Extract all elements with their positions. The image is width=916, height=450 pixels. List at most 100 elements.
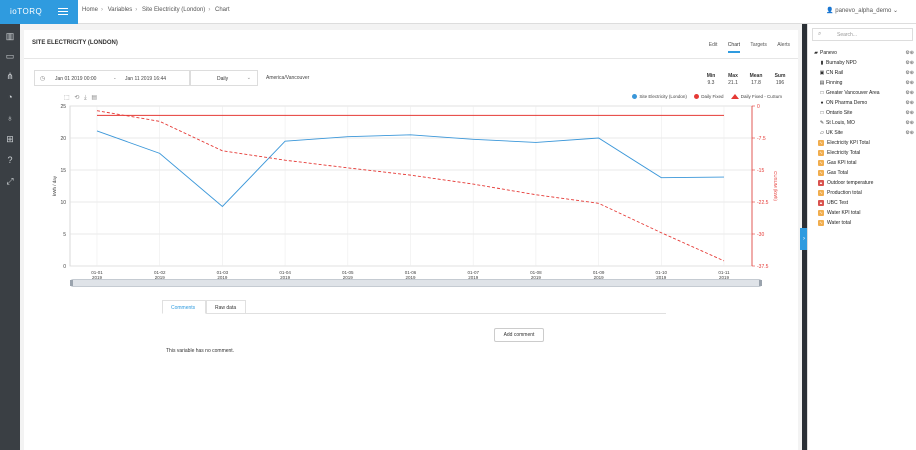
y-tick-label-right: -37.5 [757,264,769,270]
tree-item[interactable]: ▱ UK Site ⚙⊕ [812,128,916,138]
gauge-icon[interactable]: ◔ [4,91,16,103]
tree-actions-icon[interactable]: ⚙⊕ [905,78,914,88]
tab-chart[interactable]: Chart [727,42,741,53]
tab-alerts[interactable]: Alerts [777,42,790,51]
y-tick-label-left: 20 [60,136,66,142]
tree-actions-icon[interactable]: ⚙⊕ [905,68,914,78]
alert-variable-icon: ▲ [818,199,824,206]
dashboard-icon[interactable]: ▥ [4,30,16,42]
tree-item[interactable]: □ Greater Vancouver Area ⚙⊕ [812,88,916,98]
y-tick-label-right: -7.5 [757,136,766,142]
legend-dot-icon [632,94,638,100]
tree-item[interactable]: ● ON Pharma Demo ⚙⊕ [812,98,916,108]
tree-item[interactable]: ∿ Gas KPI total [812,158,916,168]
legend-item[interactable]: Daily Fixed - CuSum [730,94,782,100]
tree-item[interactable]: ∿ Electricity KPI Total [812,138,916,148]
variable-icon: ∿ [818,149,824,156]
date-separator: - [114,76,116,82]
chevron-right-icon: › [135,7,138,13]
tree-item[interactable]: ▲ UBC Test [812,198,916,208]
comments-tabs: Comments Raw data [162,300,666,314]
hierarchy-icon[interactable]: ⋔ [4,70,16,82]
tree-actions-icon[interactable]: ⚙⊕ [905,58,914,68]
search-input[interactable]: ⌕ Search... [812,28,913,41]
chevron-down-icon: ⌄ [892,8,898,14]
tree-item[interactable]: ∿ Water total [812,218,916,228]
user-name: panevo_alpha_demo [835,8,892,14]
date-range-picker[interactable]: ◷ Jan 01 2019 00:00 - Jan 11 2019 16:44 [34,70,190,86]
tree-item[interactable]: ▮ Burnaby NPD ⚙⊕ [812,58,916,68]
y-tick-label-left: 25 [60,104,66,110]
tree-item[interactable]: ∿ Water KPI total [812,208,916,218]
y-axis-label-right: CUSUM (kWh) [773,171,778,201]
brand-block: ioTORQ [0,0,78,24]
variable-icon: ∿ [818,189,824,196]
stat-label: Sum [774,73,786,79]
chevron-right-icon: › [101,7,104,13]
line-chart[interactable]: 0510152025 0-7.5-15-22.5-30-37.501-012019… [24,100,798,280]
chart-card: SITE ELECTRICITY (LONDON) Edit Chart Tar… [24,30,798,450]
tree-item[interactable]: ∿ Production total [812,188,916,198]
tree-item-label: Production total [827,190,862,196]
stat-min: Min 9.3 [700,73,722,86]
tree-item-label: Finning [826,80,843,86]
variable-icon: ∿ [818,219,824,226]
slider-handle-right[interactable] [759,280,762,286]
hamburger-menu-icon[interactable] [56,6,70,18]
tab-comments[interactable]: Comments [162,300,206,314]
expand-icon[interactable]: ⤢ [4,175,16,187]
divider [24,58,798,59]
breadcrumb-variables[interactable]: Variables [108,7,133,13]
tree-actions-icon[interactable]: ⚙⊕ [905,108,914,118]
tool-icon: ✎ [819,120,825,126]
bar-chart-icon: ▮ [820,60,824,66]
monitor-icon[interactable]: ▭ [4,50,16,62]
stat-value: 21.1 [728,80,738,86]
tree-item[interactable]: ✎ St Louis, MO ⚙⊕ [812,118,916,128]
top-bar: ioTORQ Home › Variables › Site Electricity… [0,0,916,24]
stat-mean: Mean 17.8 [745,73,767,86]
timezone-label: America/Vancouver [266,75,310,81]
lightbulb-icon[interactable]: ♁ [4,112,16,124]
variable-icon: ∿ [818,139,824,146]
tree-item[interactable]: ∿ Electricity Total [812,148,916,158]
tree-item[interactable]: ▤ Finning ⚙⊕ [812,78,916,88]
y-tick-label-left: 15 [60,168,66,174]
tree-actions-icon[interactable]: ⚙⊕ [905,118,914,128]
breadcrumb-variable[interactable]: Site Electricity (London) [142,7,205,13]
no-comments-text: This variable has no comment. [166,348,235,354]
tree-actions-icon[interactable]: ⚙⊕ [905,88,914,98]
tree-item[interactable]: ▣ CN Rail ⚙⊕ [812,68,916,78]
range-slider[interactable] [70,279,762,287]
date-to[interactable]: Jan 11 2019 16:44 [125,76,166,82]
tree-item[interactable]: ▲ Outdoor temperature [812,178,916,188]
user-menu[interactable]: 👤 panevo_alpha_demo ⌄ [826,7,898,14]
period-select[interactable]: Daily ⌄ [190,70,258,86]
app-logo[interactable]: ioTORQ [10,7,42,16]
stat-value: 9.3 [707,80,715,86]
tree-actions-icon[interactable]: ⚙⊕ [905,48,914,58]
apps-grid-icon[interactable]: ⊞ [4,133,16,145]
help-icon[interactable]: ? [4,154,16,166]
tree-actions-icon[interactable]: ⚙⊕ [905,98,914,108]
plot-area [69,105,753,267]
tree-item-label: Greater Vancouver Area [826,90,880,96]
date-from[interactable]: Jan 01 2019 00:00 [55,76,96,82]
slider-handle-left[interactable] [70,280,73,286]
calendar-icon: ◷ [40,76,46,82]
tree-item[interactable]: □ Ontario Site ⚙⊕ [812,108,916,118]
tab-raw-data[interactable]: Raw data [206,300,246,314]
tree-actions-icon[interactable]: ⚙⊕ [905,128,914,138]
tab-targets[interactable]: Targets [750,42,766,51]
legend-item[interactable]: Site Electricity (London) [632,94,687,100]
tree-item-label: UBC Test [827,200,849,206]
tree-item[interactable]: ▰ Panevo ⚙⊕ [812,48,916,58]
breadcrumb-home[interactable]: Home [82,7,98,13]
tree-item-label: Ontario Site [826,110,853,116]
tree-item[interactable]: ∿ Gas Total [812,168,916,178]
legend-item[interactable]: Daily Fixed [694,94,723,100]
stat-value: 17.8 [751,80,761,86]
left-nav: ▥ ▭ ⋔ ◔ ♁ ⊞ ? ⤢ [0,24,20,450]
tab-edit[interactable]: Edit [709,42,718,51]
add-comment-button[interactable]: Add comment [494,328,544,342]
